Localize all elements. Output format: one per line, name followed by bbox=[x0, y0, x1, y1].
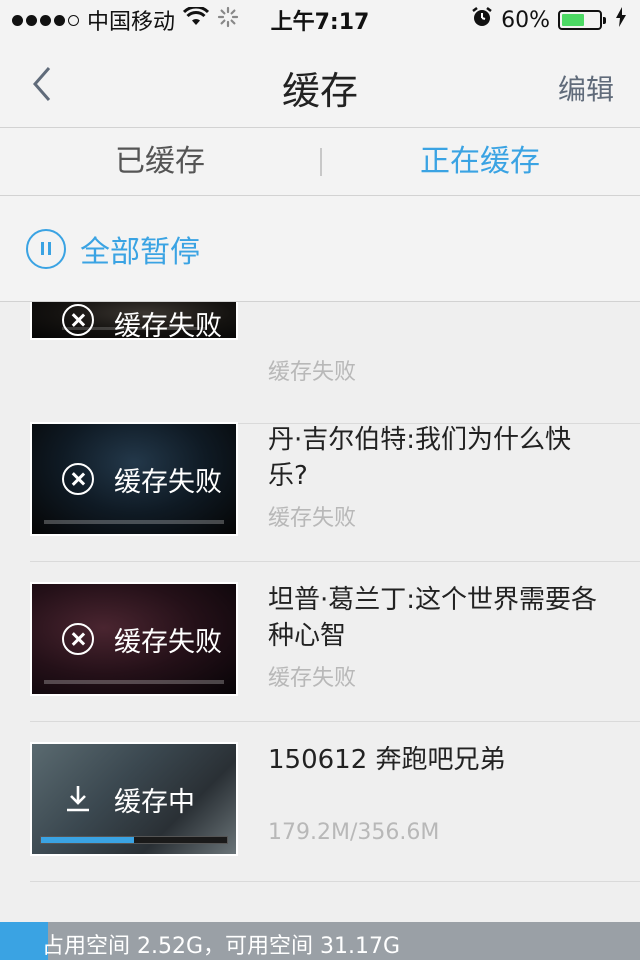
list-item[interactable]: 缓存失败 丹·吉尔伯特:我们为什么快乐? 缓存失败 bbox=[0, 402, 640, 562]
divider bbox=[30, 881, 640, 882]
pause-circle-icon bbox=[26, 228, 66, 269]
pause-all-label: 全部暂停 bbox=[80, 234, 200, 270]
pause-all-button[interactable]: 全部暂停 bbox=[0, 196, 640, 302]
signal-dot bbox=[40, 14, 51, 26]
download-progress-fill bbox=[41, 837, 134, 843]
failed-x-icon bbox=[62, 304, 94, 336]
item-title: 150612 奔跑吧兄弟 bbox=[268, 745, 506, 775]
thumbnail-overlay: 缓存失败 bbox=[32, 424, 236, 534]
battery-level bbox=[562, 14, 584, 26]
carrier-name: 中国移动 bbox=[87, 10, 176, 35]
item-status: 缓存失败 bbox=[268, 506, 357, 531]
thumbnail-overlay: 缓存失败 bbox=[32, 584, 236, 694]
page-title: 缓存 bbox=[281, 69, 358, 113]
storage-used-fill bbox=[0, 922, 48, 960]
alarm-icon bbox=[471, 6, 493, 34]
thumbnail-status: 缓存失败 bbox=[114, 626, 222, 658]
failed-x-icon bbox=[62, 623, 94, 655]
tab-caching[interactable]: 正在缓存 bbox=[320, 128, 640, 195]
thumbnail-status: 缓存中 bbox=[114, 786, 195, 818]
list-item[interactable]: 缓存失败 坦普·葛兰丁:这个世界需要各种心智 缓存失败 bbox=[0, 562, 640, 722]
signal-strength-icon bbox=[12, 14, 79, 26]
item-title: 丹·吉尔伯特:我们为什么快乐? bbox=[268, 425, 572, 491]
storage-text: 占用空间 2.52G，可用空间 31.17G bbox=[42, 934, 401, 959]
status-right: 60% bbox=[471, 6, 626, 34]
video-thumbnail: 缓存失败 bbox=[30, 302, 238, 340]
signal-dot bbox=[68, 14, 79, 26]
edit-button[interactable]: 编辑 bbox=[558, 68, 614, 108]
video-thumbnail: 缓存失败 bbox=[30, 582, 238, 696]
item-title: 坦普·葛兰丁:这个世界需要各种心智 bbox=[268, 585, 598, 651]
battery-icon bbox=[558, 10, 606, 30]
video-thumbnail: 缓存中 bbox=[30, 742, 238, 856]
status-bar: 中国移动 上午7:17 60% bbox=[0, 0, 640, 40]
tab-cached[interactable]: 已缓存 bbox=[0, 128, 320, 195]
item-progress-size: 179.2M/356.6M bbox=[268, 820, 440, 845]
item-status: 缓存失败 bbox=[268, 360, 357, 385]
download-progress-bar bbox=[40, 836, 228, 844]
signal-dot bbox=[12, 14, 23, 26]
thumbnail-status: 缓存失败 bbox=[114, 466, 222, 498]
item-status: 缓存失败 bbox=[268, 666, 357, 691]
thumbnail-status: 缓存失败 bbox=[114, 311, 222, 340]
video-thumbnail: 缓存失败 bbox=[30, 422, 238, 536]
signal-dot bbox=[54, 14, 65, 26]
tab-bar: 已缓存 正在缓存 bbox=[0, 128, 640, 196]
signal-dot bbox=[26, 14, 37, 26]
thumbnail-overlay: 缓存失败 bbox=[32, 302, 236, 338]
failed-x-icon bbox=[62, 463, 94, 495]
download-icon bbox=[62, 783, 94, 815]
status-left: 中国移动 bbox=[12, 4, 239, 36]
tab-divider bbox=[320, 148, 322, 176]
wifi-icon bbox=[182, 5, 210, 33]
charging-icon bbox=[616, 7, 626, 33]
battery-percent: 60% bbox=[501, 7, 550, 33]
list-item[interactable]: 缓存中 150612 奔跑吧兄弟 179.2M/356.6M bbox=[0, 722, 640, 882]
cache-list: 缓存失败 缓存失败 缓存失败 丹·吉尔伯特:我们为什么快乐? 缓存失败 缓存失败 bbox=[0, 302, 640, 922]
nav-bar: 缓存 编辑 bbox=[0, 40, 640, 128]
activity-spinner-icon bbox=[217, 6, 239, 34]
storage-bar: 占用空间 2.52G，可用空间 31.17G bbox=[0, 922, 640, 960]
